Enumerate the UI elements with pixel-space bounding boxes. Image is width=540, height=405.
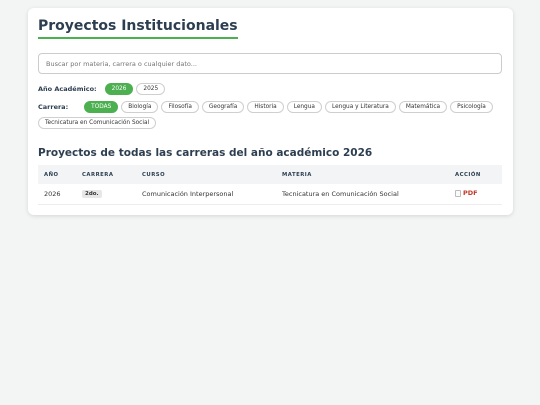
- results-subtitle: Proyectos de todas las carreras del año …: [38, 147, 373, 159]
- projects-card: Proyectos Institucionales Año Académico:…: [28, 8, 513, 215]
- career-pill-historia[interactable]: Historia: [247, 101, 284, 113]
- career-pill-lengua-literatura[interactable]: Lengua y Literatura: [324, 101, 396, 113]
- year-filter-label: Año Académico:: [38, 85, 97, 93]
- career-filter: Carrera: TODAS Biología Filosofía Geogra…: [38, 101, 498, 129]
- course-badge: 2do.: [82, 190, 102, 199]
- projects-table: AÑO CARRERA CURSO MATERIA ACCIÓN 2026 2d…: [38, 165, 502, 205]
- career-pill-geografia[interactable]: Geografía: [201, 101, 245, 113]
- cell-action: PDF: [449, 184, 502, 205]
- document-icon: [455, 189, 461, 197]
- header-action: ACCIÓN: [455, 171, 481, 178]
- header-course: CURSO: [142, 171, 166, 178]
- career-pill-psicologia[interactable]: Psicología: [450, 101, 493, 113]
- cell-career: Tecnicatura en Comunicación Social: [276, 184, 449, 205]
- table-row: 2026 2do. Comunicación Interpersonal Tec…: [38, 184, 502, 205]
- career-pill-matematica[interactable]: Matemática: [398, 101, 448, 113]
- pdf-link[interactable]: PDF: [455, 189, 478, 197]
- career-pill-lengua[interactable]: Lengua: [286, 101, 322, 113]
- career-pill-tecnicatura[interactable]: Tecnicatura en Comunicación Social: [38, 117, 157, 129]
- career-filter-label: Carrera:: [38, 103, 69, 111]
- career-pill-biologia[interactable]: Biología: [121, 101, 159, 113]
- search-input[interactable]: [38, 53, 502, 74]
- table-header-row: AÑO CARRERA CURSO MATERIA ACCIÓN: [38, 165, 502, 184]
- header-subject: MATERIA: [282, 171, 312, 178]
- year-filter: Año Académico: 2026 2025: [38, 83, 166, 95]
- header-career: CARRERA: [82, 171, 114, 178]
- year-pill-2026[interactable]: 2026: [104, 83, 134, 95]
- cell-subject: Comunicación Interpersonal: [136, 184, 276, 205]
- pdf-label: PDF: [463, 189, 478, 197]
- year-pill-2025[interactable]: 2025: [136, 83, 166, 95]
- page-title: Proyectos Institucionales: [38, 18, 238, 39]
- cell-course: 2do.: [76, 184, 136, 205]
- cell-year: 2026: [38, 184, 76, 205]
- career-pill-filosofia[interactable]: Filosofía: [161, 101, 199, 113]
- header-year: AÑO: [44, 171, 59, 178]
- career-pill-todas[interactable]: TODAS: [84, 101, 119, 113]
